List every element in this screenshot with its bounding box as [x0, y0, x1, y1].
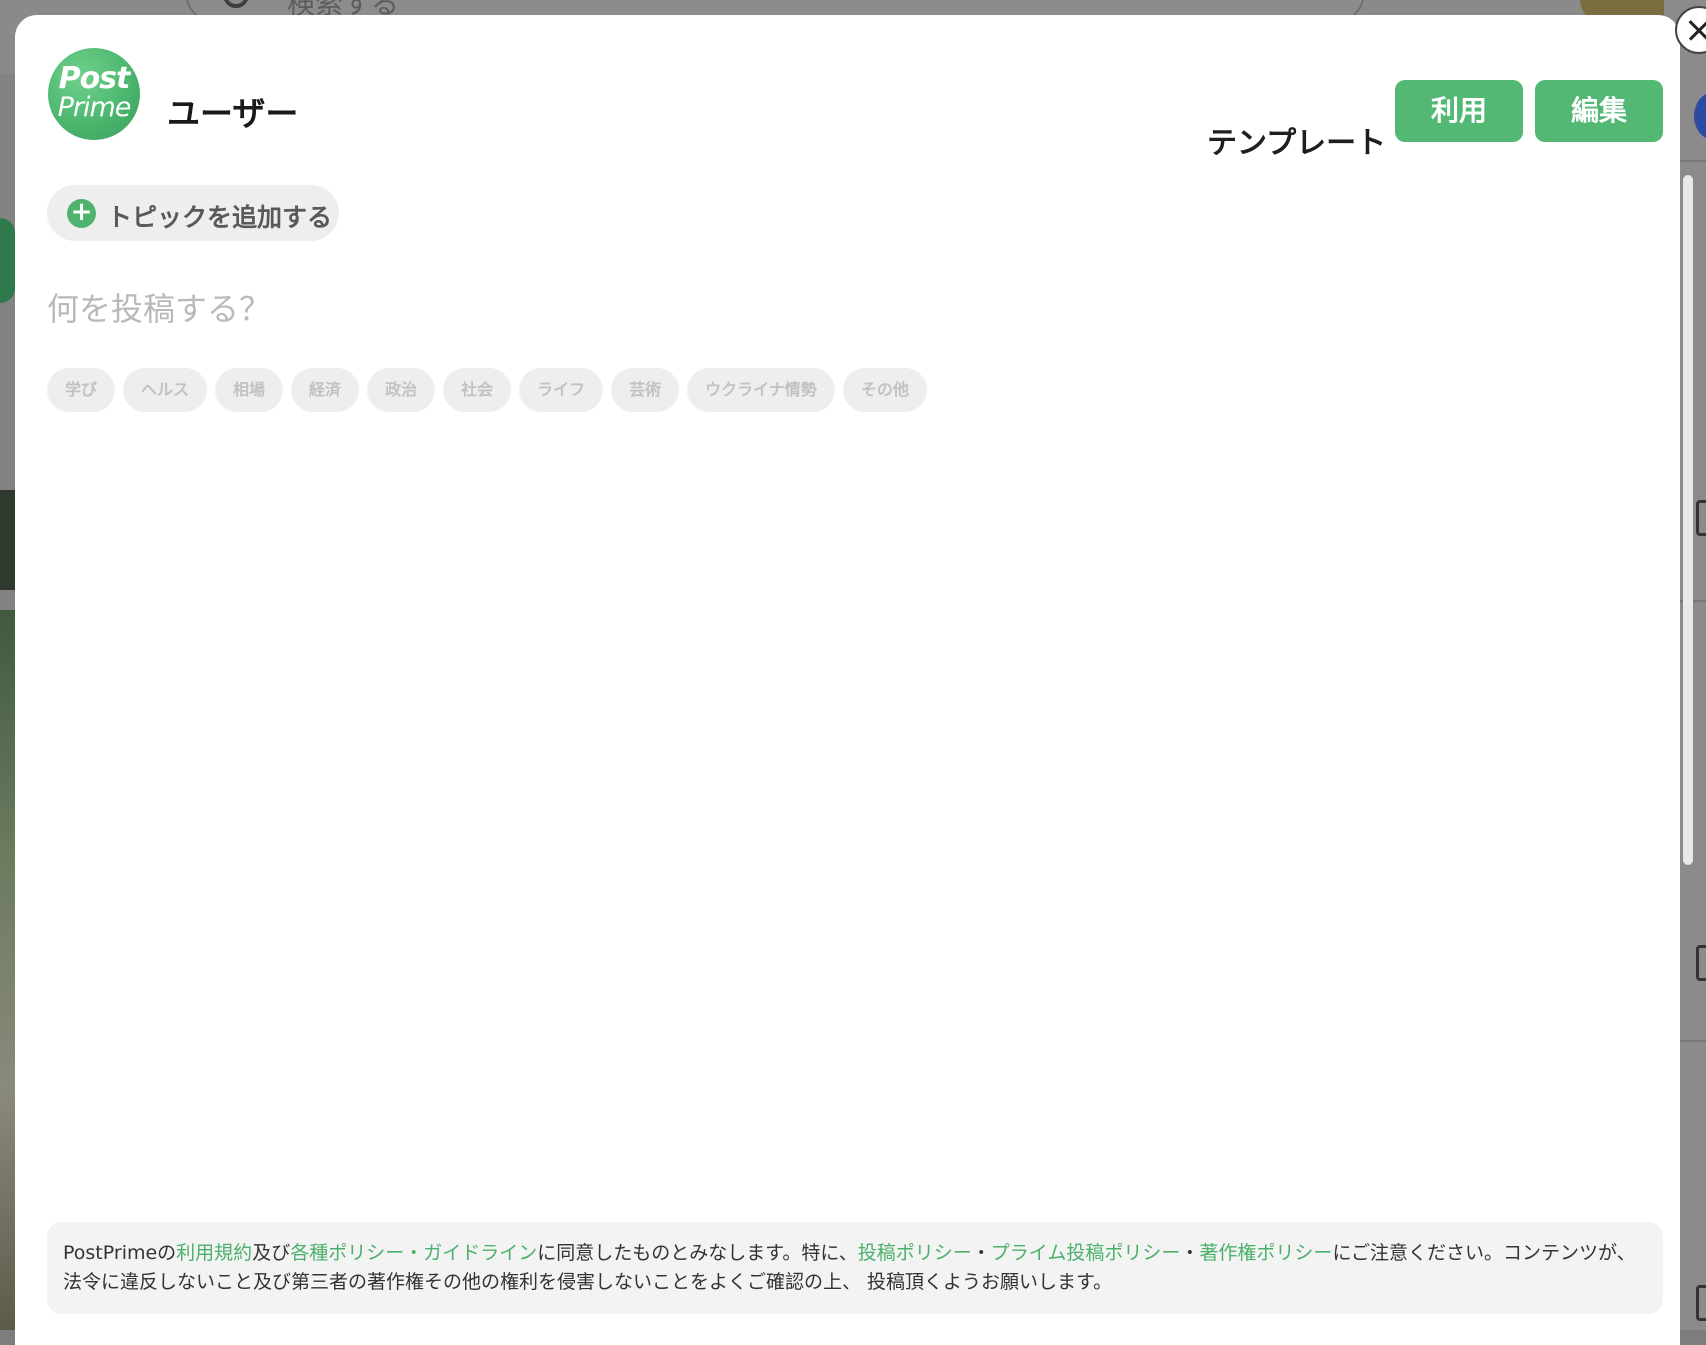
add-topic-button[interactable]: + トピックを追加する [47, 185, 339, 241]
scrollbar[interactable] [1683, 175, 1693, 865]
notice-text: 及び [252, 1242, 291, 1264]
add-topic-label: トピックを追加する [107, 203, 333, 232]
plus-icon: + [67, 199, 96, 228]
category-chips: 学び ヘルス 相場 経済 政治 社会 ライフ 芸術 ウクライナ情勢 その他 [47, 368, 927, 412]
category-chip[interactable]: ウクライナ情勢 [687, 368, 835, 412]
category-chip[interactable]: ライフ [519, 368, 604, 412]
category-chip[interactable]: 芸術 [611, 368, 680, 412]
username: ユーザー [167, 94, 299, 133]
avatar-logo-line1: Post [58, 61, 131, 96]
template-label: テンプレート [1207, 126, 1387, 161]
new-post-modal: Post Prime ユーザー テンプレート 利用 編集 + トピックを追加する… [15, 6, 1706, 1345]
category-chip[interactable]: 社会 [443, 368, 512, 412]
background-photo [0, 610, 15, 1330]
background-blue-badge [1694, 92, 1706, 140]
background-photo [0, 490, 15, 590]
post-text-input[interactable] [47, 279, 1627, 339]
notice-separator: ・ [971, 1242, 991, 1264]
terms-of-use-link[interactable]: 利用規約 [176, 1242, 252, 1264]
category-chip[interactable]: 相場 [215, 368, 284, 412]
search-icon [223, 0, 249, 8]
copyright-policy-link[interactable]: 著作権ポリシー [1199, 1242, 1332, 1264]
use-template-button[interactable]: 利用 [1395, 80, 1523, 142]
notice-separator: ・ [1180, 1242, 1200, 1264]
avatar: Post Prime [48, 48, 140, 140]
notice-text: に同意したものとみなします。特に、 [537, 1242, 858, 1264]
background-avatar [0, 218, 15, 303]
terms-notice: PostPrimeの利用規約及び各種ポリシー・ガイドラインに同意したものとみなし… [47, 1222, 1663, 1314]
avatar-logo-line2: Prime [57, 92, 132, 123]
policies-guidelines-link[interactable]: 各種ポリシー・ガイドライン [290, 1242, 537, 1264]
comment-icon [1696, 500, 1706, 536]
category-chip[interactable]: 学び [47, 368, 116, 412]
comment-icon [1696, 945, 1706, 981]
notice-text: PostPrimeの [63, 1242, 177, 1264]
category-chip[interactable]: 経済 [291, 368, 360, 412]
post-policy-link[interactable]: 投稿ポリシー [858, 1242, 972, 1264]
prime-post-policy-link[interactable]: プライム投稿ポリシー [991, 1242, 1181, 1264]
category-chip[interactable]: 政治 [367, 368, 436, 412]
category-chip[interactable]: ヘルス [123, 368, 208, 412]
edit-template-button[interactable]: 編集 [1535, 80, 1663, 142]
category-chip[interactable]: その他 [842, 368, 927, 412]
comment-icon [1696, 1285, 1706, 1321]
